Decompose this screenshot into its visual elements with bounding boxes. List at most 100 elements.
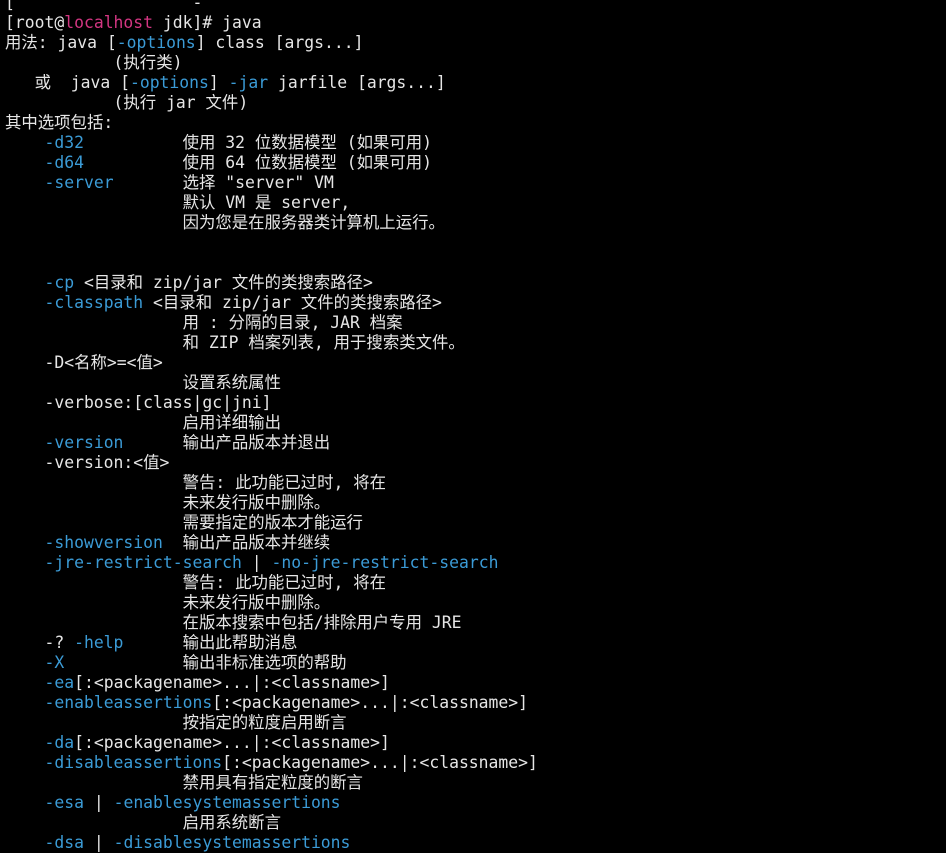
terminal-text: (执行 jar 文件) <box>5 93 249 112</box>
terminal-line: -da[:<packagename>...|:<classname>] <box>0 733 946 753</box>
option-flag-text: -disablesystemassertions <box>113 833 351 852</box>
option-flag-text: -X <box>44 653 65 672</box>
terminal-line: [root@localhost jdk]# java <box>0 13 946 33</box>
terminal-text: 启用系统断言 <box>5 813 281 832</box>
terminal-text: [:<packagename>...|:<classname>] <box>74 673 390 692</box>
terminal-text: 因为您是在服务器类计算机上运行。 <box>5 213 445 232</box>
terminal-line: -ea[:<packagename>...|:<classname>] <box>0 673 946 693</box>
terminal-text: 禁用具有指定粒度的断言 <box>5 773 363 792</box>
terminal-line: -server 选择 "server" VM <box>0 173 946 193</box>
terminal-text: - <box>192 0 223 12</box>
terminal-line: 默认 VM 是 server, <box>0 193 946 213</box>
terminal-text: ] <box>208 73 229 92</box>
terminal-line: (执行 jar 文件) <box>0 93 946 113</box>
terminal-line: -d32 使用 32 位数据模型 (如果可用) <box>0 133 946 153</box>
terminal-output[interactable]: [ - [root@localhost jdk]# java 用法: java [… <box>0 0 946 853</box>
hostname-text: localhost <box>64 13 154 32</box>
terminal-line: -cp <目录和 zip/jar 文件的类搜索路径> <box>0 273 946 293</box>
terminal-text: 使用 32 位数据模型 (如果可用) <box>83 133 433 152</box>
terminal-text: 启用详细输出 <box>5 413 281 432</box>
option-flag-text: -ea <box>44 673 75 692</box>
terminal-line: -classpath <目录和 zip/jar 文件的类搜索路径> <box>0 293 946 313</box>
terminal-text: [root@ <box>5 13 65 32</box>
terminal-line: 警告: 此功能已过时, 将在 <box>0 473 946 493</box>
terminal-line: 用 : 分隔的目录, JAR 档案 <box>0 313 946 333</box>
terminal-text: [:<packagename>...|:<classname>] <box>222 753 538 772</box>
terminal-text: 输出非标准选项的帮助 <box>64 653 347 672</box>
terminal-text: | <box>83 833 114 852</box>
terminal-text: 按指定的粒度启用断言 <box>5 713 347 732</box>
terminal-text: [:<packagename>...|:<classname>] <box>212 693 529 712</box>
terminal-text: (执行类) <box>5 53 183 72</box>
terminal-line: 未来发行版中删除。 <box>0 493 946 513</box>
option-flag-text: -enableassertions <box>44 693 213 712</box>
terminal-text: 用法: java [ <box>5 33 117 52</box>
terminal-text: 在版本搜索中包括/排除用户专用 JRE <box>5 613 462 632</box>
option-flag-text: -cp <box>44 273 75 292</box>
terminal-line: -esa | -enablesystemassertions <box>0 793 946 813</box>
terminal-line: -disableassertions[:<packagename>...|:<c… <box>0 753 946 773</box>
terminal-line: 设置系统属性 <box>0 373 946 393</box>
terminal-line: 或 java [-options] -jar jarfile [args...] <box>0 73 946 93</box>
terminal-line: 在版本搜索中包括/排除用户专用 JRE <box>0 613 946 633</box>
terminal-line: 启用系统断言 <box>0 813 946 833</box>
option-flag-text: -esa <box>44 793 84 812</box>
terminal-text: 用 : 分隔的目录, JAR 档案 <box>5 313 403 332</box>
terminal-line: -enableassertions[:<packagename>...|:<cl… <box>0 693 946 713</box>
terminal-text: 其中选项包括: <box>5 113 114 132</box>
option-flag-text: -d32 <box>44 133 84 152</box>
terminal-text: <目录和 zip/jar 文件的类搜索路径> <box>74 273 373 292</box>
terminal-text: 输出产品版本并继续 <box>162 533 331 552</box>
terminal-text: 和 ZIP 档案列表, 用于搜索类文件。 <box>5 333 465 352</box>
terminal-line: -showversion 输出产品版本并继续 <box>0 533 946 553</box>
terminal-text: | <box>241 553 272 572</box>
terminal-text: jdk]# java <box>153 13 262 32</box>
terminal-line: -D<名称>=<值> <box>0 353 946 373</box>
terminal-text: 设置系统属性 <box>5 373 281 392</box>
terminal-text: 未来发行版中删除。 <box>5 493 331 512</box>
terminal-line: 禁用具有指定粒度的断言 <box>0 773 946 793</box>
terminal-line: -version 输出产品版本并退出 <box>0 433 946 453</box>
terminal-line: 因为您是在服务器类计算机上运行。 <box>0 213 946 233</box>
terminal-line: 和 ZIP 档案列表, 用于搜索类文件。 <box>0 333 946 353</box>
terminal-text: ] class [args...] <box>195 33 364 52</box>
option-flag-text: -help <box>74 633 124 652</box>
terminal-text: -D<名称>=<值> <box>5 353 163 372</box>
terminal-text: -verbose:[class|gc|jni] <box>5 393 272 412</box>
terminal-text: 警告: 此功能已过时, 将在 <box>5 573 387 592</box>
terminal-text: [:<packagename>...|:<classname>] <box>74 733 390 752</box>
option-flag-text: -showversion <box>44 533 163 552</box>
option-flag-text: -d64 <box>44 153 84 172</box>
terminal-line: 启用详细输出 <box>0 413 946 433</box>
terminal-line: -X 输出非标准选项的帮助 <box>0 653 946 673</box>
option-flag-text: -dsa <box>44 833 84 852</box>
terminal-text: 默认 VM 是 server, <box>5 193 351 212</box>
option-flag-text: -version <box>44 433 124 452</box>
terminal-text: 输出产品版本并退出 <box>123 433 331 452</box>
terminal-text: 选择 "server" VM <box>113 173 334 192</box>
terminal-line: 需要指定的版本才能运行 <box>0 513 946 533</box>
terminal-text: [ <box>5 0 55 12</box>
terminal-text: 警告: 此功能已过时, 将在 <box>5 473 387 492</box>
terminal-line: 按指定的粒度启用断言 <box>0 713 946 733</box>
terminal-line: -version:<值> <box>0 453 946 473</box>
terminal-text: jarfile [args...] <box>268 73 446 92</box>
terminal-line: -d64 使用 64 位数据模型 (如果可用) <box>0 153 946 173</box>
terminal-line: (执行类) <box>0 53 946 73</box>
terminal-line: 未来发行版中删除。 <box>0 593 946 613</box>
